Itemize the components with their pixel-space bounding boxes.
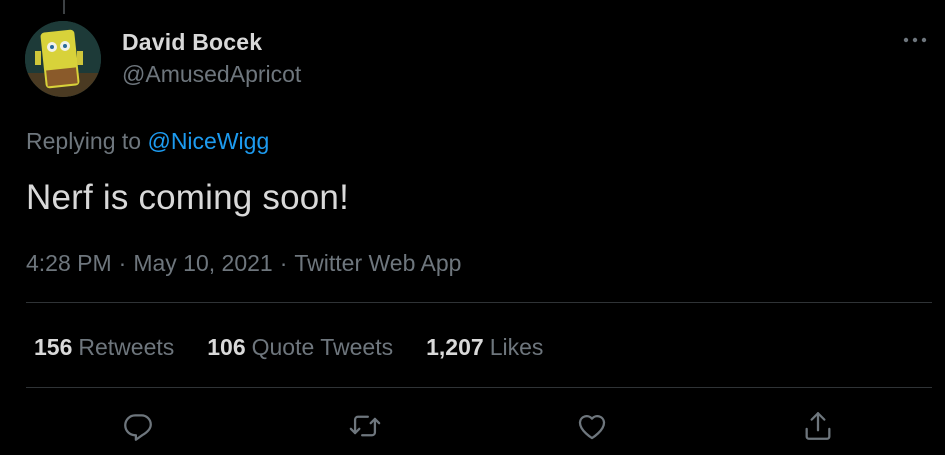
retweet-button[interactable] [345,406,385,446]
share-icon [805,412,831,440]
divider-bottom [26,387,932,388]
retweets-stat[interactable]: 156 Retweets [34,334,174,361]
more-options-button[interactable] [898,26,932,54]
likes-count: 1,207 [426,334,484,360]
reply-button[interactable] [118,406,158,446]
quote-tweets-count: 106 [207,334,246,360]
replying-to-line: Replying to @NiceWigg [26,128,269,155]
separator-dot: · [118,250,127,276]
tweet-text: Nerf is coming soon! [26,178,350,217]
tweet-date[interactable]: May 10, 2021 [133,250,272,276]
avatar[interactable] [25,21,101,97]
tweet-time[interactable]: 4:28 PM [26,250,112,276]
tweet-source[interactable]: Twitter Web App [294,250,461,276]
more-dots-icon [903,37,927,43]
replying-to-link[interactable]: @NiceWigg [147,128,269,154]
replying-to-prefix: Replying to [26,128,142,154]
separator-dot: · [279,250,288,276]
author-handle[interactable]: @AmusedApricot [122,61,301,88]
share-button[interactable] [798,406,838,446]
likes-stat[interactable]: 1,207 Likes [426,334,543,361]
like-button[interactable] [572,406,612,446]
reply-icon [124,414,152,441]
author-display-name[interactable]: David Bocek [122,29,262,56]
tweet-stats: 156 Retweets 106 Quote Tweets 1,207 Likes [34,334,543,361]
spongebob-avatar-icon [25,21,101,97]
quote-tweets-stat[interactable]: 106 Quote Tweets [207,334,393,361]
thread-connector-line [63,0,65,14]
quote-tweets-label: Quote Tweets [251,334,394,360]
retweets-label: Retweets [78,334,175,360]
likes-label: Likes [489,334,544,360]
divider-top [26,302,932,303]
retweet-icon [349,415,381,437]
retweets-count: 156 [34,334,73,360]
tweet-action-bar [0,398,945,455]
tweet-metadata: 4:28 PM · May 10, 2021 · Twitter Web App [26,250,461,277]
like-icon [578,415,606,440]
